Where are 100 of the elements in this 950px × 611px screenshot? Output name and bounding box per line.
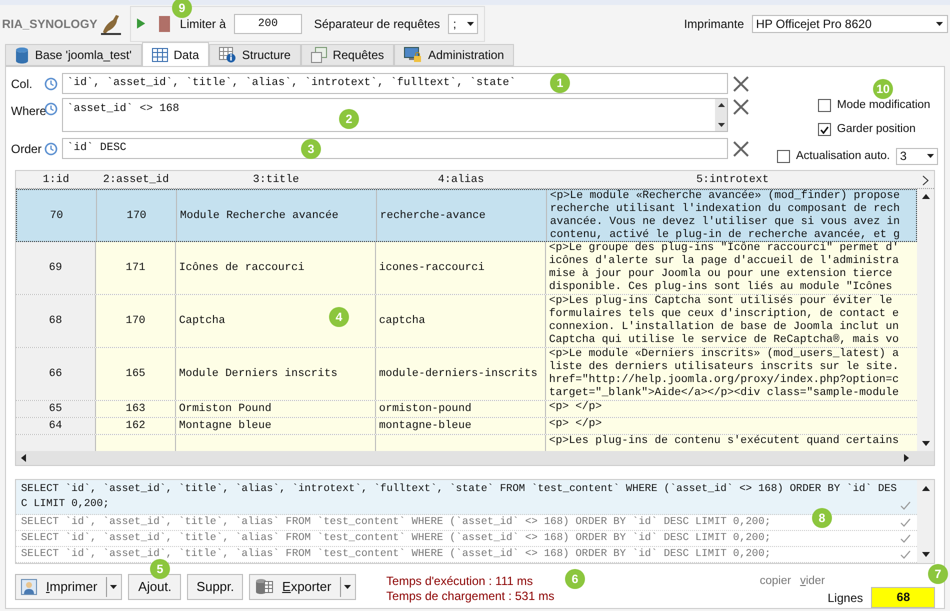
vertical-scrollbar[interactable] <box>917 189 934 451</box>
filter-label: Where <box>10 103 44 120</box>
table-row[interactable] <box>16 242 918 296</box>
toolbar-button[interactable]: Ajout. <box>128 574 181 600</box>
horizontal-scrollbar[interactable] <box>16 450 934 465</box>
table-cell: <p>Le module «Derniers inscrits» (mod_users_latest) a liste des derniers utilisateurs inscrits sur le site. href="http://help.joomla.org/proxy/index.php?option=c target="_blank">Aide</a></p><div class="sample-module <box>546 348 918 400</box>
filter-label: Order <box>10 140 43 158</box>
dropdown-caret-icon <box>344 584 352 589</box>
scroll-down-icon[interactable] <box>922 552 930 557</box>
scroll-up-icon[interactable] <box>718 103 724 107</box>
table-info-icon <box>219 47 236 63</box>
table-cell: 66 <box>16 348 96 400</box>
table-cell: module-derniers-inscrits <box>376 348 546 400</box>
scroll-up-icon[interactable] <box>922 194 930 200</box>
clear-icon[interactable] <box>732 140 750 158</box>
table-cell: Module Derniers inscrits <box>176 348 376 400</box>
run-icon[interactable] <box>137 16 146 31</box>
log-action-link[interactable]: copier <box>760 572 792 590</box>
checkbox[interactable] <box>818 99 831 112</box>
chevron-right-icon[interactable] <box>922 175 929 186</box>
row-count-label: Lignes <box>828 590 863 606</box>
table-cell: 68 <box>16 295 96 348</box>
printer-label: Imprimante <box>684 16 744 32</box>
toolbar-button[interactable]: Imprimer <box>15 574 122 600</box>
table-cell: montagne-bleue <box>376 418 546 434</box>
tab[interactable]: Requêtes <box>300 44 394 66</box>
scroll-left-icon[interactable] <box>21 454 26 462</box>
column-header[interactable]: 2:asset_id <box>96 171 176 188</box>
checkbox-label: Actualisation auto. <box>796 148 890 164</box>
stop-icon[interactable] <box>159 16 170 32</box>
timing-text: Temps d'exécution : 111 ms <box>386 574 534 589</box>
history-icon[interactable] <box>44 76 58 90</box>
check-icon <box>900 534 911 543</box>
check-icon <box>900 518 911 527</box>
database-icon <box>15 46 29 64</box>
database-table-icon <box>255 578 274 596</box>
separator-label: Séparateur de requêtes <box>314 16 440 32</box>
table-cell: 165 <box>96 348 176 400</box>
table-cell: <p>Le groupe des plug-ins "Icône raccourci" permet d' icônes d'alerte sur la page d'accueil de l'administra mise à jour pour Joomla ou pour une extension tierce disponible. Ces plug-ins sont liés au module "Icônes <box>546 242 918 294</box>
log-entry[interactable]: SELECT `id`, `asset_id`, `title`, `alias` FROM `test_content` WHERE (`asset_id` <> 168) ORDER BY `id` DESC LIMIT 0,200; <box>16 530 917 547</box>
table-cell: 70 <box>17 190 97 242</box>
column-header[interactable]: 1:id <box>16 171 96 188</box>
toolbar-button[interactable]: Exporter <box>249 574 356 600</box>
vertical-scrollbar[interactable] <box>917 480 934 563</box>
table-cell: 170 <box>97 190 177 242</box>
checkbox[interactable] <box>777 150 790 163</box>
history-icon[interactable] <box>44 142 58 156</box>
table-grid-icon <box>152 48 168 62</box>
scrollbar[interactable] <box>715 99 727 131</box>
table-cell: 163 <box>96 401 176 418</box>
clear-icon[interactable] <box>732 74 750 92</box>
log-query: SELECT `id`, `asset_id`, `title`, `alias` FROM `test_content` WHERE (`asset_id` <> 168) ORDER BY `id` DESC LIMIT 0,200; <box>21 514 771 530</box>
log-query: SELECT `id`, `asset_id`, `title`, `alias` FROM `test_content` WHERE (`asset_id` <> 168) ORDER BY `id` DESC LIMIT 0,200; <box>21 546 771 562</box>
table-cell: icones-raccourci <box>376 242 546 294</box>
table-cell: 162 <box>96 418 176 434</box>
refresh-interval-select[interactable]: 3 <box>896 148 938 165</box>
scroll-down-icon[interactable] <box>718 123 724 127</box>
table-cell: 64 <box>16 418 96 434</box>
log-action-link[interactable]: vider <box>800 572 825 590</box>
monitor-lock-icon <box>404 47 422 63</box>
check-icon <box>900 500 911 510</box>
table-cell: <p>Les plug-ins Captcha sont utilisés pour éviter le formulaires tels que ceux d'inscription, de contact e connexion. L'installation de base de Joomla inclut un Captcha qui utilise le service de ReCaptcha®, mais vo <box>546 295 918 348</box>
table-cell: <p>Les plug-ins de contenu s'exécutent quand certains <box>546 435 918 451</box>
tab[interactable]: Structure <box>209 44 301 66</box>
table-cell: captcha <box>376 295 546 348</box>
separator-select[interactable]: ; <box>448 14 478 34</box>
table-row[interactable]: 65 163 Ormiston Pound ormiston-pound <p> </p> <box>16 401 918 418</box>
column-header[interactable]: 5:introtext <box>546 171 919 188</box>
table-cell: 171 <box>96 242 176 294</box>
limit-field[interactable]: 200 <box>234 14 302 34</box>
dropdown-caret-icon <box>110 584 118 589</box>
checkbox-label: Garder position <box>837 122 916 138</box>
log-query: SELECT `id`, `asset_id`, `title`, `alias` FROM `test_content` WHERE (`asset_id` <> 168) ORDER BY `id` DESC LIMIT 0,200; <box>21 530 771 546</box>
table-row[interactable] <box>16 295 918 348</box>
table-row[interactable] <box>16 189 918 242</box>
table-cell: 69 <box>16 242 96 294</box>
table-cell: Ormiston Pound <box>176 401 376 418</box>
timing-text: Temps de chargement : 531 ms <box>386 588 554 604</box>
scroll-right-icon[interactable] <box>904 454 909 462</box>
tab[interactable]: Administration <box>394 44 514 66</box>
tab[interactable]: Data <box>142 42 209 66</box>
dropdown-caret-icon <box>936 22 943 26</box>
clear-icon[interactable] <box>732 98 750 116</box>
log-entry[interactable]: SELECT `id`, `asset_id`, `title`, `alias`, `introtext`, `fulltext`, `state` FROM `test_content` WHERE (`asset_id` <> 168) ORDER BY `id` DESC LIMIT 0,200; <box>16 480 917 515</box>
column-header[interactable]: 3:title <box>176 171 376 188</box>
tab[interactable]: Base 'joomla_test' <box>5 44 142 66</box>
table-row[interactable] <box>16 348 918 402</box>
server-name: RIA_SYNOLOGY <box>2 16 98 32</box>
checkbox[interactable] <box>818 123 831 136</box>
scroll-down-icon[interactable] <box>922 440 930 446</box>
printer-select[interactable]: HP Officejet Pro 8620 <box>752 14 948 32</box>
history-icon[interactable] <box>44 102 58 116</box>
table-cell: Module Recherche avancée <box>177 190 377 242</box>
column-header[interactable]: 4:alias <box>376 171 546 188</box>
toolbar-button[interactable]: Suppr. <box>186 574 244 600</box>
table-row[interactable]: 64 162 Montagne bleue montagne-bleue <p> </p> <box>16 418 918 436</box>
scroll-up-icon[interactable] <box>922 486 930 491</box>
windows-icon <box>310 47 327 63</box>
limit-label: Limiter à <box>180 16 226 32</box>
table-cell: Montagne bleue <box>176 418 376 434</box>
